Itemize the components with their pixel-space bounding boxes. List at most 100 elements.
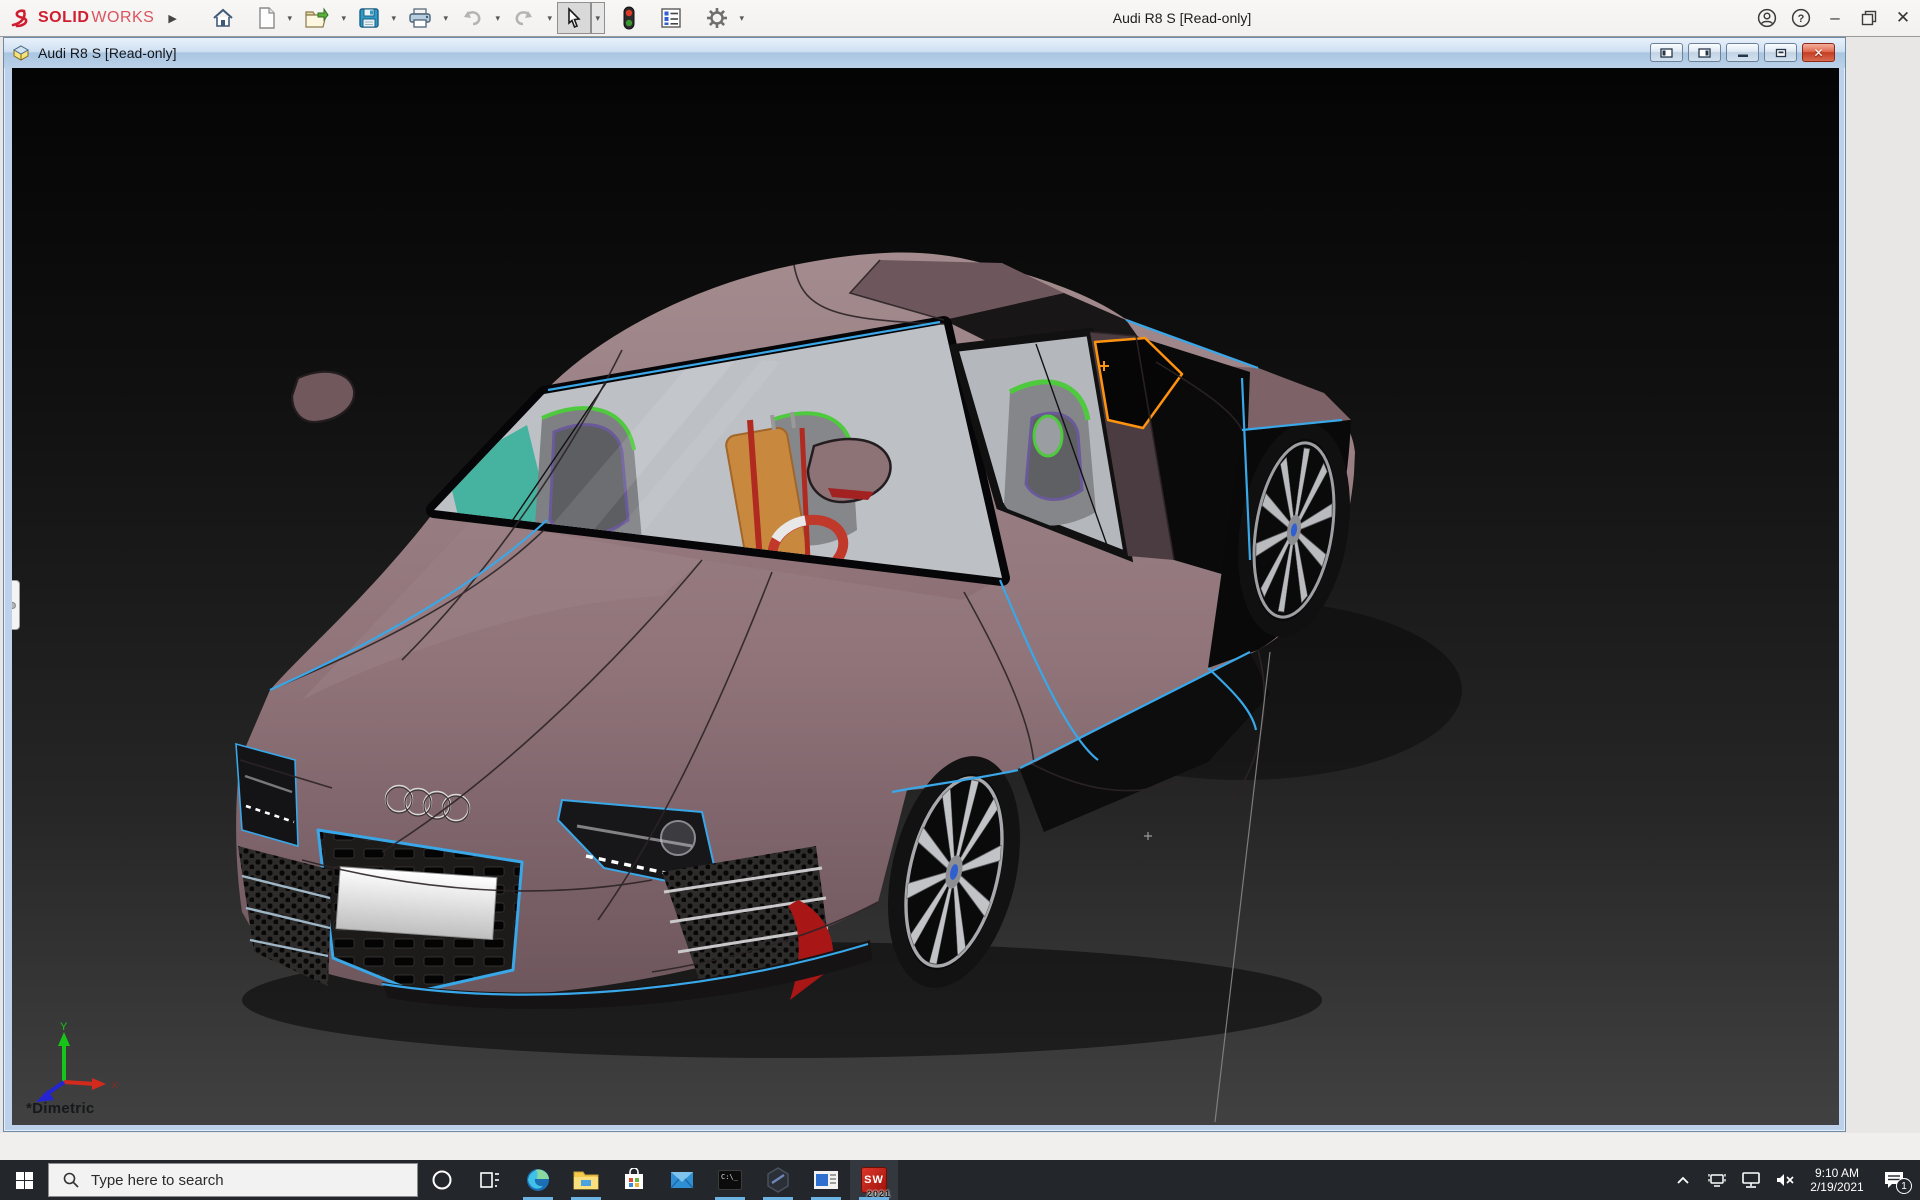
feature-manager-collapsed-tab[interactable] [12,580,20,630]
help-icon: ? [1791,8,1811,28]
taskbar-edge[interactable] [514,1160,562,1200]
mail-icon [669,1169,695,1191]
selection-filter-button[interactable] [615,2,643,34]
triad-y-label: Y [60,1021,68,1033]
tab-grip-dot [12,602,16,609]
doc-minimize-button[interactable] [1726,43,1759,62]
pane-right-button[interactable] [1688,43,1721,62]
redo-dropdown[interactable]: ▾ [543,2,557,34]
redo-button[interactable] [505,2,543,34]
menu-expand-arrow-icon[interactable]: ▶ [168,12,176,25]
restore-icon [1861,10,1877,26]
document-window-controls: ✕ [1650,43,1835,62]
part-document-icon [12,45,30,61]
tray-network-button[interactable] [1736,1160,1766,1200]
taskbar-hex-app[interactable] [754,1160,802,1200]
task-view-icon [479,1169,501,1191]
save-button[interactable] [351,2,387,34]
brand-works: WORKS [91,9,154,27]
taskbar-media-app[interactable] [802,1160,850,1200]
hex-app-icon [766,1167,790,1193]
minimize-button[interactable]: – [1818,0,1852,36]
close-app-button[interactable]: ✕ [1886,0,1920,36]
taskbar-search-input[interactable]: Type here to search [48,1163,418,1197]
orientation-triad[interactable]: Y x [26,1020,136,1110]
display-settings-icon [660,7,682,29]
open-dropdown[interactable]: ▾ [337,2,351,34]
undo-dropdown[interactable]: ▾ [491,2,505,34]
system-tray: 9:10 AM 2/19/2021 1 [1668,1160,1920,1200]
view-orientation-label: *Dimetric [26,1100,95,1117]
svg-text:?: ? [1798,13,1805,25]
taskbar-task-view[interactable] [466,1160,514,1200]
network-icon [1741,1171,1761,1189]
app-window-controls: ? – ✕ [1750,0,1920,36]
taskbar-command-prompt[interactable]: C:\_ [706,1160,754,1200]
windows-taskbar: Type here to search [0,1160,1920,1200]
tray-chevron-button[interactable] [1668,1160,1698,1200]
solidworks-year: 2021 [867,1189,891,1199]
cortana-icon [431,1169,453,1191]
store-icon [622,1168,646,1192]
tray-display-button[interactable] [1702,1160,1732,1200]
side-mirror-left [292,372,354,422]
new-document-icon [258,7,276,29]
new-document-dropdown[interactable]: ▾ [283,2,297,34]
volume-muted-icon [1775,1171,1795,1189]
chevron-up-icon [1676,1175,1690,1185]
clock-time: 9:10 AM [1806,1166,1868,1180]
start-button[interactable] [0,1160,48,1200]
taskbar-store[interactable] [610,1160,658,1200]
home-button[interactable] [205,2,241,34]
doc-restore-button[interactable] [1764,43,1797,62]
document-title: Audi R8 S [Read-only] [38,45,177,61]
selection-filter-icon [622,6,636,30]
search-placeholder: Type here to search [91,1172,224,1189]
taskbar-solidworks[interactable]: SW 2021 [850,1160,898,1200]
pane-left-button[interactable] [1650,43,1683,62]
print-button[interactable] [401,2,439,34]
tray-clock[interactable]: 9:10 AM 2/19/2021 [1804,1166,1870,1194]
search-icon [63,1172,79,1188]
graphics-viewport[interactable]: Y x *Dimetric [12,68,1839,1125]
options-button[interactable] [699,2,735,34]
account-button[interactable] [1750,0,1784,36]
clock-date: 2/19/2021 [1806,1180,1868,1194]
solidworks-mark-icon [10,7,36,29]
edge-icon [525,1167,551,1193]
task-pane-strip [1848,37,1920,1132]
open-button[interactable] [297,2,337,34]
help-button[interactable]: ? [1784,0,1818,36]
app-window-title: Audi R8 S [Read-only] [1052,0,1312,36]
taskbar-cortana[interactable] [418,1160,466,1200]
redo-icon [512,8,536,28]
status-bar [0,1133,1920,1160]
tray-volume-button[interactable] [1770,1160,1800,1200]
save-dropdown[interactable]: ▾ [387,2,401,34]
notification-badge: 1 [1896,1178,1912,1194]
undo-icon [460,8,484,28]
headlight-left [236,744,298,846]
print-dropdown[interactable]: ▾ [439,2,453,34]
display-settings-button[interactable] [653,2,689,34]
options-dropdown[interactable]: ▾ [735,2,749,34]
select-tool-button[interactable] [557,2,591,34]
restore-button[interactable] [1852,0,1886,36]
action-center-button[interactable]: 1 [1874,1160,1914,1200]
triad-x-label: x [112,1079,118,1091]
new-document-button[interactable] [251,2,283,34]
undo-button[interactable] [453,2,491,34]
save-icon [358,7,380,29]
media-app-icon [813,1169,839,1191]
home-icon [212,8,234,28]
taskbar-file-explorer[interactable] [562,1160,610,1200]
document-titlebar[interactable]: Audi R8 S [Read-only] [4,38,1845,68]
taskbar-mail[interactable] [658,1160,706,1200]
doc-restore-icon [1775,48,1787,58]
select-tool-dropdown[interactable]: ▾ [591,2,605,34]
command-prompt-icon: C:\_ [718,1170,742,1190]
license-plate [336,867,497,940]
select-cursor-icon [564,7,584,29]
doc-close-button[interactable]: ✕ [1802,43,1835,62]
solidworks-app-icon: SW 2021 [861,1167,887,1193]
